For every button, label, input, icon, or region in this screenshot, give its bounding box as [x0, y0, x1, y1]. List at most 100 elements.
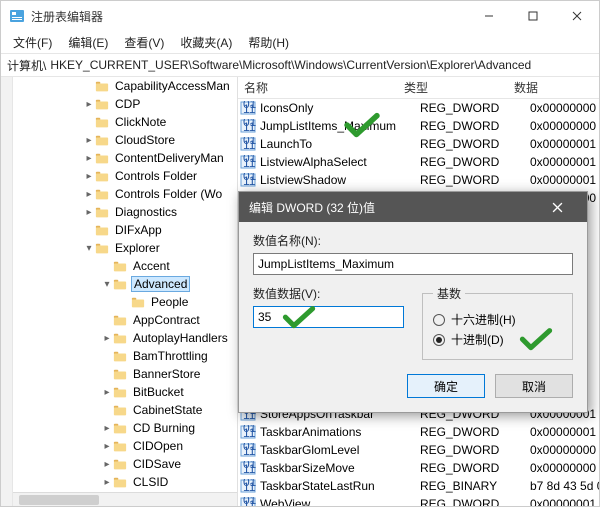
tree-item-label: Controls Folder	[113, 169, 199, 183]
tree-item[interactable]: ClickNote	[13, 113, 237, 131]
expander-icon[interactable]: ▸	[101, 459, 113, 470]
col-data[interactable]: 数据	[508, 79, 599, 96]
radio-dec[interactable]: 十进制(D)	[433, 331, 562, 348]
menu-edit[interactable]: 编辑(E)	[62, 32, 114, 53]
value-name: TaskbarAnimations	[260, 425, 420, 439]
tree-item[interactable]: CabinetState	[13, 401, 237, 419]
tree-item-label: ClickNote	[113, 115, 168, 129]
tree-item[interactable]: ▸CD Burning	[13, 419, 237, 437]
expander-icon[interactable]: ▸	[101, 333, 113, 344]
tree-item-label: CabinetState	[131, 403, 204, 417]
reg-value-icon: 011110	[240, 101, 256, 115]
value-type: REG_BINARY	[420, 479, 530, 493]
value-row[interactable]: 011110IconsOnlyREG_DWORD0x00000000 (0)	[238, 99, 599, 117]
tree-item[interactable]: BannerStore	[13, 365, 237, 383]
expander-icon[interactable]: ▸	[83, 135, 95, 146]
tree-item[interactable]: CapabilityAccessMan	[13, 77, 237, 95]
expander-icon[interactable]: ▸	[101, 423, 113, 434]
value-data: b7 8d 43 5d 00 00 0	[530, 479, 599, 493]
value-row[interactable]: 011110TaskbarStateLastRunREG_BINARYb7 8d…	[238, 477, 599, 495]
expander-icon[interactable]: ▸	[83, 207, 95, 218]
folder-icon	[113, 440, 127, 452]
menu-fav[interactable]: 收藏夹(A)	[174, 32, 238, 53]
expander-icon[interactable]: ▸	[83, 153, 95, 164]
menu-view[interactable]: 查看(V)	[118, 32, 170, 53]
expander-icon[interactable]: ▾	[83, 243, 95, 254]
close-button[interactable]	[555, 1, 599, 31]
menu-file[interactable]: 文件(F)	[7, 32, 58, 53]
value-type: REG_DWORD	[420, 155, 530, 169]
tree-item[interactable]: ▸AutoplayHandlers	[13, 329, 237, 347]
value-data-text: 35	[258, 310, 271, 324]
tree-item[interactable]: People	[13, 293, 237, 311]
maximize-button[interactable]	[511, 1, 555, 31]
value-name-text: JumpListItems_Maximum	[258, 257, 394, 271]
value-type: REG_DWORD	[420, 137, 530, 151]
dialog-title-bar[interactable]: 编辑 DWORD (32 位)值	[239, 192, 587, 222]
value-data: 0x00000001 (1)	[530, 173, 599, 187]
tree-item-label: BannerStore	[131, 367, 202, 381]
value-row[interactable]: 011110TaskbarAnimationsREG_DWORD0x000000…	[238, 423, 599, 441]
reg-value-icon: 011110	[240, 155, 256, 169]
expander-icon[interactable]: ▸	[83, 171, 95, 182]
folder-icon	[113, 404, 127, 416]
dialog-close-button[interactable]	[537, 192, 577, 222]
tree-item[interactable]: ▸ContentDeliveryMan	[13, 149, 237, 167]
expander-icon[interactable]: ▸	[83, 189, 95, 200]
tree-item[interactable]: AppContract	[13, 311, 237, 329]
title-bar: 注册表编辑器	[1, 1, 599, 31]
value-row[interactable]: 011110ListviewAlphaSelectREG_DWORD0x0000…	[238, 153, 599, 171]
expander-icon[interactable]: ▸	[101, 387, 113, 398]
expander-icon[interactable]: ▸	[83, 99, 95, 110]
tree-item[interactable]: ▸BitBucket	[13, 383, 237, 401]
tree-hscrollbar[interactable]	[13, 492, 237, 506]
col-name[interactable]: 名称	[238, 79, 398, 96]
radio-hex[interactable]: 十六进制(H)	[433, 311, 562, 328]
tree-item[interactable]: ▸CIDSave	[13, 455, 237, 473]
tree-item[interactable]: DIFxApp	[13, 221, 237, 239]
cancel-button[interactable]: 取消	[495, 374, 573, 398]
tree-item[interactable]: ▾Advanced	[13, 275, 237, 293]
tree-pane[interactable]: CapabilityAccessMan▸CDP ClickNote ▸CloudSt…	[13, 77, 238, 506]
value-row[interactable]: 011110WebViewREG_DWORD0x00000001 (1)	[238, 495, 599, 506]
value-data: 0x00000001 (1)	[530, 137, 599, 151]
scrollbar-thumb[interactable]	[19, 495, 99, 505]
minimize-button[interactable]	[467, 1, 511, 31]
tree-item-label: Explorer	[113, 241, 162, 255]
tree-item[interactable]: ▸CloudStore	[13, 131, 237, 149]
menu-help[interactable]: 帮助(H)	[242, 32, 295, 53]
value-type: REG_DWORD	[420, 173, 530, 187]
tree-item[interactable]: ▸Diagnostics	[13, 203, 237, 221]
tree-item[interactable]: ▸ Controls Folder	[13, 167, 237, 185]
tree-item[interactable]: Accent	[13, 257, 237, 275]
tree-item[interactable]: ▸CLSID	[13, 473, 237, 491]
folder-icon	[95, 242, 109, 254]
tree-item[interactable]: ▾ Explorer	[13, 239, 237, 257]
tree-item-label: Accent	[131, 259, 172, 273]
value-row[interactable]: 011110TaskbarSizeMoveREG_DWORD0x00000000…	[238, 459, 599, 477]
tree-item[interactable]: BamThrottling	[13, 347, 237, 365]
value-row[interactable]: 011110LaunchToREG_DWORD0x00000001 (1)	[238, 135, 599, 153]
ok-button[interactable]: 确定	[407, 374, 485, 398]
window-title: 注册表编辑器	[31, 8, 103, 25]
folder-icon	[95, 134, 109, 146]
tree-item-label: BamThrottling	[131, 349, 210, 363]
value-row[interactable]: 011110TaskbarGlomLevelREG_DWORD0x0000000…	[238, 441, 599, 459]
expander-icon[interactable]: ▸	[101, 441, 113, 452]
folder-icon	[113, 476, 127, 488]
value-data-input[interactable]: 35	[253, 306, 404, 328]
value-name-input[interactable]: JumpListItems_Maximum	[253, 253, 573, 275]
expander-icon[interactable]: ▾	[101, 279, 113, 290]
value-row[interactable]: 011110JumpListItems_MaximumREG_DWORD0x00…	[238, 117, 599, 135]
tree-item[interactable]: ▸Controls Folder (Wo	[13, 185, 237, 203]
tree-item-label: CIDOpen	[131, 439, 185, 453]
expander-icon[interactable]: ▸	[101, 477, 113, 488]
col-type[interactable]: 类型	[398, 79, 508, 96]
address-bar[interactable]: 计算机\ HKEY_CURRENT_USER\Software\Microsof…	[1, 53, 599, 77]
reg-value-icon: 011110	[240, 137, 256, 151]
reg-value-icon: 011110	[240, 173, 256, 187]
tree-item[interactable]: ▸ CIDOpen	[13, 437, 237, 455]
value-row[interactable]: 011110ListviewShadowREG_DWORD0x00000001 …	[238, 171, 599, 189]
folder-icon	[95, 98, 109, 110]
tree-item[interactable]: ▸CDP	[13, 95, 237, 113]
